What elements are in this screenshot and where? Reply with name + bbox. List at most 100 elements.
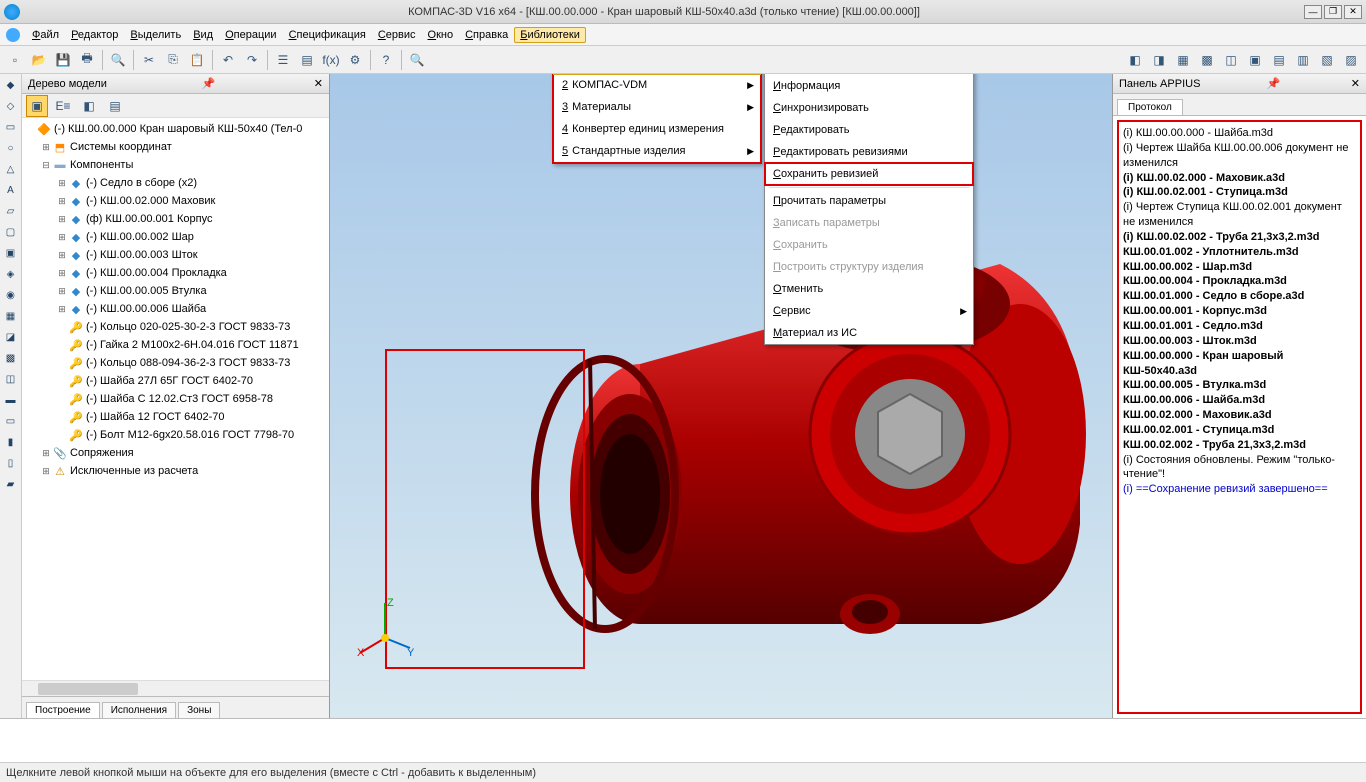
rclose-icon[interactable]: ✕ xyxy=(1351,77,1360,90)
submenu2-item[interactable]: Прочитать параметры xyxy=(765,190,973,212)
lb5-icon[interactable]: △ xyxy=(2,160,20,178)
submenu1-item[interactable]: 2 КОМПАС-VDM▶ xyxy=(554,74,760,96)
submenu2-item[interactable]: Информация xyxy=(765,75,973,97)
tree-node[interactable]: 🔑(-) Кольцо 088-094-36-2-3 ГОСТ 9833-73 xyxy=(24,354,327,372)
zoom-icon[interactable]: 🔍 xyxy=(406,49,428,71)
rpin-icon[interactable]: 📌 xyxy=(1267,77,1281,90)
submenu2-item[interactable]: Материал из ИС xyxy=(765,322,973,344)
tree-node[interactable]: ⊞◆(-) КШ.00.00.002 Шар xyxy=(24,228,327,246)
protocol-body[interactable]: (i) КШ.00.00.000 - Шайба.m3d(i) Чертеж Ш… xyxy=(1117,120,1362,714)
lb15-icon[interactable]: ◫ xyxy=(2,370,20,388)
fx-icon[interactable]: f(x) xyxy=(320,49,342,71)
submenu1-item[interactable]: 4 Конвертер единиц измерения xyxy=(554,118,760,140)
tree-node[interactable]: ⊟▬Компоненты xyxy=(24,156,327,174)
lb1-icon[interactable]: ◆ xyxy=(2,76,20,94)
tree-btn2-icon[interactable]: E≡ xyxy=(52,95,74,117)
lb13-icon[interactable]: ◪ xyxy=(2,328,20,346)
preview-icon[interactable]: 🔍 xyxy=(107,49,129,71)
tree-node[interactable]: ⊞◆(-) КШ.00.00.003 Шток xyxy=(24,246,327,264)
lb4-icon[interactable]: ○ xyxy=(2,139,20,157)
tree-btn1-icon[interactable]: ▣ xyxy=(26,95,48,117)
t5-icon[interactable]: ◫ xyxy=(1220,49,1242,71)
redo-icon[interactable]: ↷ xyxy=(241,49,263,71)
tree-node[interactable]: ⊞◆(-) Седло в сборе (х2) xyxy=(24,174,327,192)
menu-библиотеки[interactable]: Библиотеки xyxy=(514,27,586,43)
submenu2-item[interactable]: Редактировать xyxy=(765,119,973,141)
tree-btn4-icon[interactable]: ▤ xyxy=(104,95,126,117)
submenu1-item[interactable]: 5 Стандартные изделия▶ xyxy=(554,140,760,162)
tree-body[interactable]: 🔶(-) КШ.00.00.000 Кран шаровый КШ-50х40 … xyxy=(22,118,329,680)
pin-icon[interactable]: 📌 xyxy=(201,77,215,90)
lb20-icon[interactable]: ▰ xyxy=(2,475,20,493)
t1-icon[interactable]: ◧ xyxy=(1124,49,1146,71)
close-button[interactable]: ✕ xyxy=(1344,5,1362,19)
undo-icon[interactable]: ↶ xyxy=(217,49,239,71)
new-icon[interactable]: ▫ xyxy=(4,49,26,71)
save-icon[interactable]: 💾 xyxy=(52,49,74,71)
maximize-button[interactable]: ❐ xyxy=(1324,5,1342,19)
submenu2-item[interactable]: Редактировать ревизиями xyxy=(765,141,973,163)
lb19-icon[interactable]: ▯ xyxy=(2,454,20,472)
tree-node[interactable]: 🔑(-) Гайка 2 М100х2-6Н.04.016 ГОСТ 11871 xyxy=(24,336,327,354)
lb8-icon[interactable]: ▢ xyxy=(2,223,20,241)
menu-выделить[interactable]: Выделить xyxy=(124,27,187,43)
3d-viewport[interactable]: Z X Y 1 APPIUS-PLM▶2 КОМПАС-VDM▶3 Матери… xyxy=(330,74,1112,718)
lb11-icon[interactable]: ◉ xyxy=(2,286,20,304)
menu-справка[interactable]: Справка xyxy=(459,27,514,43)
t7-icon[interactable]: ▤ xyxy=(1268,49,1290,71)
menu-окно[interactable]: Окно xyxy=(422,27,460,43)
paste-icon[interactable]: 📋 xyxy=(186,49,208,71)
tree-close-icon[interactable]: ✕ xyxy=(314,77,323,90)
print-icon[interactable]: 🖶 xyxy=(76,49,98,71)
tree-scrollbar[interactable] xyxy=(22,680,329,696)
lb2-icon[interactable]: ◇ xyxy=(2,97,20,115)
tree-tab-2[interactable]: Зоны xyxy=(178,702,220,718)
lb16-icon[interactable]: ▬ xyxy=(2,391,20,409)
lb12-icon[interactable]: ▦ xyxy=(2,307,20,325)
help-icon[interactable]: ? xyxy=(375,49,397,71)
submenu2-item[interactable]: Отменить xyxy=(765,278,973,300)
menu-вид[interactable]: Вид xyxy=(187,27,219,43)
tree-btn3-icon[interactable]: ◧ xyxy=(78,95,100,117)
cut-icon[interactable]: ✂ xyxy=(138,49,160,71)
minimize-button[interactable]: — xyxy=(1304,5,1322,19)
tree-node[interactable]: 🔑(-) Кольцо 020-025-30-2-3 ГОСТ 9833-73 xyxy=(24,318,327,336)
lb17-icon[interactable]: ▭ xyxy=(2,412,20,430)
spec-icon[interactable]: ▤ xyxy=(296,49,318,71)
tree-node[interactable]: ⊞◆(-) КШ.00.00.006 Шайба xyxy=(24,300,327,318)
tree-node[interactable]: ⊞◆(ф) КШ.00.00.001 Корпус xyxy=(24,210,327,228)
tree-tab-1[interactable]: Исполнения xyxy=(102,702,176,718)
menu-файл[interactable]: Файл xyxy=(26,27,65,43)
open-icon[interactable]: 📂 xyxy=(28,49,50,71)
tree-node[interactable]: 🔑(-) Болт М12-6gx20.58.016 ГОСТ 7798-70 xyxy=(24,426,327,444)
protocol-tab[interactable]: Протокол xyxy=(1117,99,1183,115)
var-icon[interactable]: ⚙ xyxy=(344,49,366,71)
submenu2-item[interactable]: Сохранить ревизией xyxy=(765,163,973,185)
menu-редактор[interactable]: Редактор xyxy=(65,27,124,43)
lb6-icon[interactable]: A xyxy=(2,181,20,199)
t6-icon[interactable]: ▣ xyxy=(1244,49,1266,71)
prop-icon[interactable]: ☰ xyxy=(272,49,294,71)
lb18-icon[interactable]: ▮ xyxy=(2,433,20,451)
lb7-icon[interactable]: ▱ xyxy=(2,202,20,220)
menu-спецификация[interactable]: Спецификация xyxy=(283,27,372,43)
t8-icon[interactable]: ▥ xyxy=(1292,49,1314,71)
t10-icon[interactable]: ▨ xyxy=(1340,49,1362,71)
tree-node[interactable]: ⊞◆(-) КШ.00.00.004 Прокладка xyxy=(24,264,327,282)
submenu2-item[interactable]: Сервис▶ xyxy=(765,300,973,322)
lb3-icon[interactable]: ▭ xyxy=(2,118,20,136)
tree-node[interactable]: ⊞◆(-) КШ.00.00.005 Втулка xyxy=(24,282,327,300)
tree-node[interactable]: ⊞◆(-) КШ.00.02.000 Маховик xyxy=(24,192,327,210)
submenu2-item[interactable]: Синхронизировать xyxy=(765,97,973,119)
t3-icon[interactable]: ▦ xyxy=(1172,49,1194,71)
t4-icon[interactable]: ▩ xyxy=(1196,49,1218,71)
tree-node[interactable]: 🔑(-) Шайба 27Л 65Г ГОСТ 6402-70 xyxy=(24,372,327,390)
tree-tab-0[interactable]: Построение xyxy=(26,702,100,718)
tree-node[interactable]: ⊞⚠Исключенные из расчета xyxy=(24,462,327,480)
tree-node[interactable]: 🔑(-) Шайба С 12.02.Ст3 ГОСТ 6958-78 xyxy=(24,390,327,408)
tree-node[interactable]: 🔶(-) КШ.00.00.000 Кран шаровый КШ-50х40 … xyxy=(24,120,327,138)
lb14-icon[interactable]: ▩ xyxy=(2,349,20,367)
tree-node[interactable]: 🔑(-) Шайба 12 ГОСТ 6402-70 xyxy=(24,408,327,426)
menu-сервис[interactable]: Сервис xyxy=(372,27,422,43)
lb10-icon[interactable]: ◈ xyxy=(2,265,20,283)
